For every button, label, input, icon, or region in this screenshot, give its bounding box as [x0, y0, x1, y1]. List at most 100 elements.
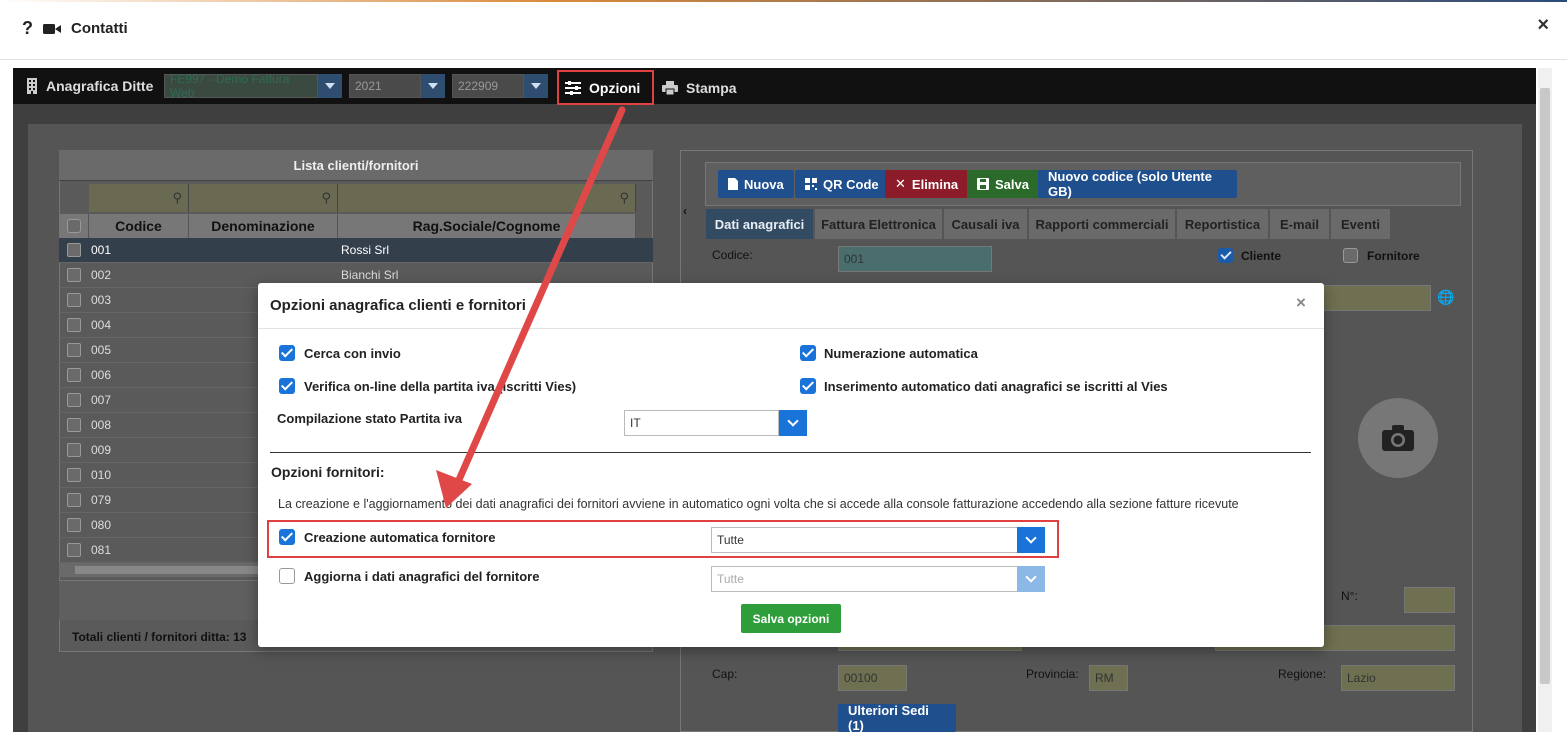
- year-dropdown-button[interactable]: [421, 74, 445, 98]
- right-field-1[interactable]: [1320, 285, 1431, 311]
- tab-dati-anagrafici[interactable]: Dati anagrafici: [705, 208, 814, 240]
- code-dropdown-button[interactable]: [524, 74, 548, 98]
- creazione-automatica-checkbox[interactable]: [279, 529, 295, 545]
- salva-label: Salva: [995, 176, 1029, 192]
- select-all-checkbox[interactable]: [66, 219, 81, 233]
- row-checkbox[interactable]: [67, 368, 81, 382]
- nuova-button[interactable]: Nuova: [718, 170, 794, 198]
- aggiorna-dati-checkbox[interactable]: [279, 568, 295, 584]
- row-checkbox[interactable]: [67, 493, 81, 507]
- aggiorna-dropdown-button[interactable]: [1017, 566, 1045, 592]
- aggiorna-select[interactable]: Tutte: [711, 566, 1018, 592]
- header-denominazione[interactable]: Denominazione: [189, 214, 338, 238]
- row-checkbox[interactable]: [67, 393, 81, 407]
- row-checkbox[interactable]: [67, 293, 81, 307]
- collapse-chevron-icon[interactable]: ‹: [683, 204, 687, 218]
- modal-close-button[interactable]: ×: [1296, 293, 1306, 313]
- verifica-online-checkbox[interactable]: [279, 378, 295, 394]
- inserimento-automatico-checkbox[interactable]: [800, 378, 816, 394]
- elimina-button[interactable]: ✕ Elimina: [885, 170, 969, 198]
- table-row[interactable]: 001 Rossi Srl: [59, 238, 653, 263]
- codice-label: Codice:: [712, 248, 753, 262]
- compilazione-label: Compilazione stato Partita iva: [277, 411, 462, 426]
- compilazione-select[interactable]: IT: [624, 410, 779, 436]
- nuovo-codice-button[interactable]: Nuovo codice (solo Utente GB): [1038, 169, 1237, 199]
- salva-opzioni-button[interactable]: Salva opzioni: [741, 604, 841, 633]
- filter-denominazione[interactable]: ⚲: [189, 184, 338, 212]
- opzioni-button[interactable]: Opzioni: [557, 70, 654, 105]
- tab-rapporti-commerciali[interactable]: Rapporti commerciali: [1028, 208, 1176, 240]
- printer-icon: [662, 81, 678, 95]
- fornitore-checkbox[interactable]: [1343, 248, 1358, 263]
- company-select[interactable]: FE997 - Demo Fattura Web: [164, 72, 318, 100]
- help-icon[interactable]: ?: [22, 18, 33, 39]
- provincia-field[interactable]: RM: [1089, 665, 1128, 691]
- tab-eventi[interactable]: Eventi: [1330, 208, 1391, 240]
- qr-code-button[interactable]: QR Code: [795, 170, 889, 198]
- salva-button[interactable]: Salva: [967, 170, 1039, 198]
- header-select-all[interactable]: [59, 214, 89, 238]
- codice-field[interactable]: 001: [838, 246, 992, 272]
- compilazione-dropdown-button[interactable]: [779, 410, 807, 436]
- row-code: 010: [91, 468, 112, 482]
- anagrafica-ditte: Anagrafica Ditte: [26, 68, 153, 104]
- opzioni-fornitori-heading: Opzioni fornitori:: [271, 464, 385, 480]
- row-checkbox[interactable]: [67, 543, 81, 557]
- code-select[interactable]: 222909: [452, 74, 524, 98]
- search-icon: ⚲: [172, 190, 182, 205]
- row-code: 005: [91, 343, 112, 357]
- provincia-label: Provincia:: [1026, 667, 1079, 681]
- cliente-label: Cliente: [1241, 249, 1282, 263]
- camera-upload[interactable]: [1358, 398, 1438, 478]
- cliente-checkbox[interactable]: [1218, 248, 1233, 263]
- year-select[interactable]: 2021: [349, 74, 421, 98]
- stampa-label: Stampa: [686, 80, 737, 96]
- qr-code-label: QR Code: [823, 176, 879, 192]
- row-checkbox[interactable]: [67, 343, 81, 357]
- totals-label: Totali clienti / fornitori ditta: 13: [72, 630, 247, 644]
- qr-code-icon: [805, 178, 817, 190]
- globe-icon[interactable]: 🌐: [1437, 289, 1454, 306]
- filter-codice[interactable]: ⚲: [89, 184, 189, 212]
- window-title-area: ? Contatti: [22, 18, 128, 39]
- row-code: 008: [91, 418, 112, 432]
- row-checkbox[interactable]: [67, 418, 81, 432]
- page-scrollbar-thumb[interactable]: [1540, 88, 1550, 684]
- row-checkbox[interactable]: [67, 518, 81, 532]
- numerazione-automatica-checkbox[interactable]: [800, 345, 816, 361]
- row-checkbox[interactable]: [67, 318, 81, 332]
- tab-email[interactable]: E-mail: [1269, 208, 1330, 240]
- building-icon: [27, 78, 37, 94]
- row-code: 002: [91, 268, 112, 282]
- header-ragsociale[interactable]: Rag.Sociale/Cognome: [338, 214, 636, 238]
- list-horizontal-scrollbar-thumb[interactable]: [75, 566, 275, 574]
- window-close-button[interactable]: ×: [1537, 14, 1549, 37]
- row-code: 003: [91, 293, 112, 307]
- header-codice[interactable]: Codice: [89, 214, 189, 238]
- video-camera-icon[interactable]: [43, 22, 61, 36]
- creazione-select[interactable]: Tutte: [711, 527, 1018, 553]
- row-checkbox[interactable]: [67, 243, 81, 257]
- regione-field[interactable]: Lazio: [1341, 665, 1455, 691]
- chevron-down-icon: [1025, 571, 1037, 583]
- company-dropdown-button[interactable]: [318, 74, 342, 98]
- fornitori-info-text: La creazione e l'aggiornamento dei dati …: [278, 497, 1239, 511]
- filter-ragsociale[interactable]: ⚲: [338, 184, 636, 212]
- cerca-con-invio-checkbox[interactable]: [279, 345, 295, 361]
- chevron-down-icon: [1025, 532, 1037, 544]
- cap-field[interactable]: 00100: [838, 665, 907, 691]
- row-checkbox[interactable]: [67, 468, 81, 482]
- cerca-con-invio-label: Cerca con invio: [304, 346, 401, 361]
- tab-reportistica[interactable]: Reportistica: [1176, 208, 1269, 240]
- row-checkbox[interactable]: [67, 443, 81, 457]
- inserimento-automatico-label: Inserimento automatico dati anagrafici s…: [824, 379, 1168, 394]
- row-checkbox[interactable]: [67, 268, 81, 282]
- stampa-button[interactable]: Stampa: [662, 70, 737, 106]
- cap-label: Cap:: [712, 667, 738, 681]
- numero-field[interactable]: [1404, 587, 1455, 613]
- row-code: 006: [91, 368, 112, 382]
- creazione-dropdown-button[interactable]: [1017, 527, 1045, 553]
- tab-fattura-elettronica[interactable]: Fattura Elettronica: [814, 208, 943, 240]
- ulteriori-sedi-button[interactable]: Ulteriori Sedi (1): [838, 703, 956, 732]
- tab-causali-iva[interactable]: Causali iva: [943, 208, 1028, 240]
